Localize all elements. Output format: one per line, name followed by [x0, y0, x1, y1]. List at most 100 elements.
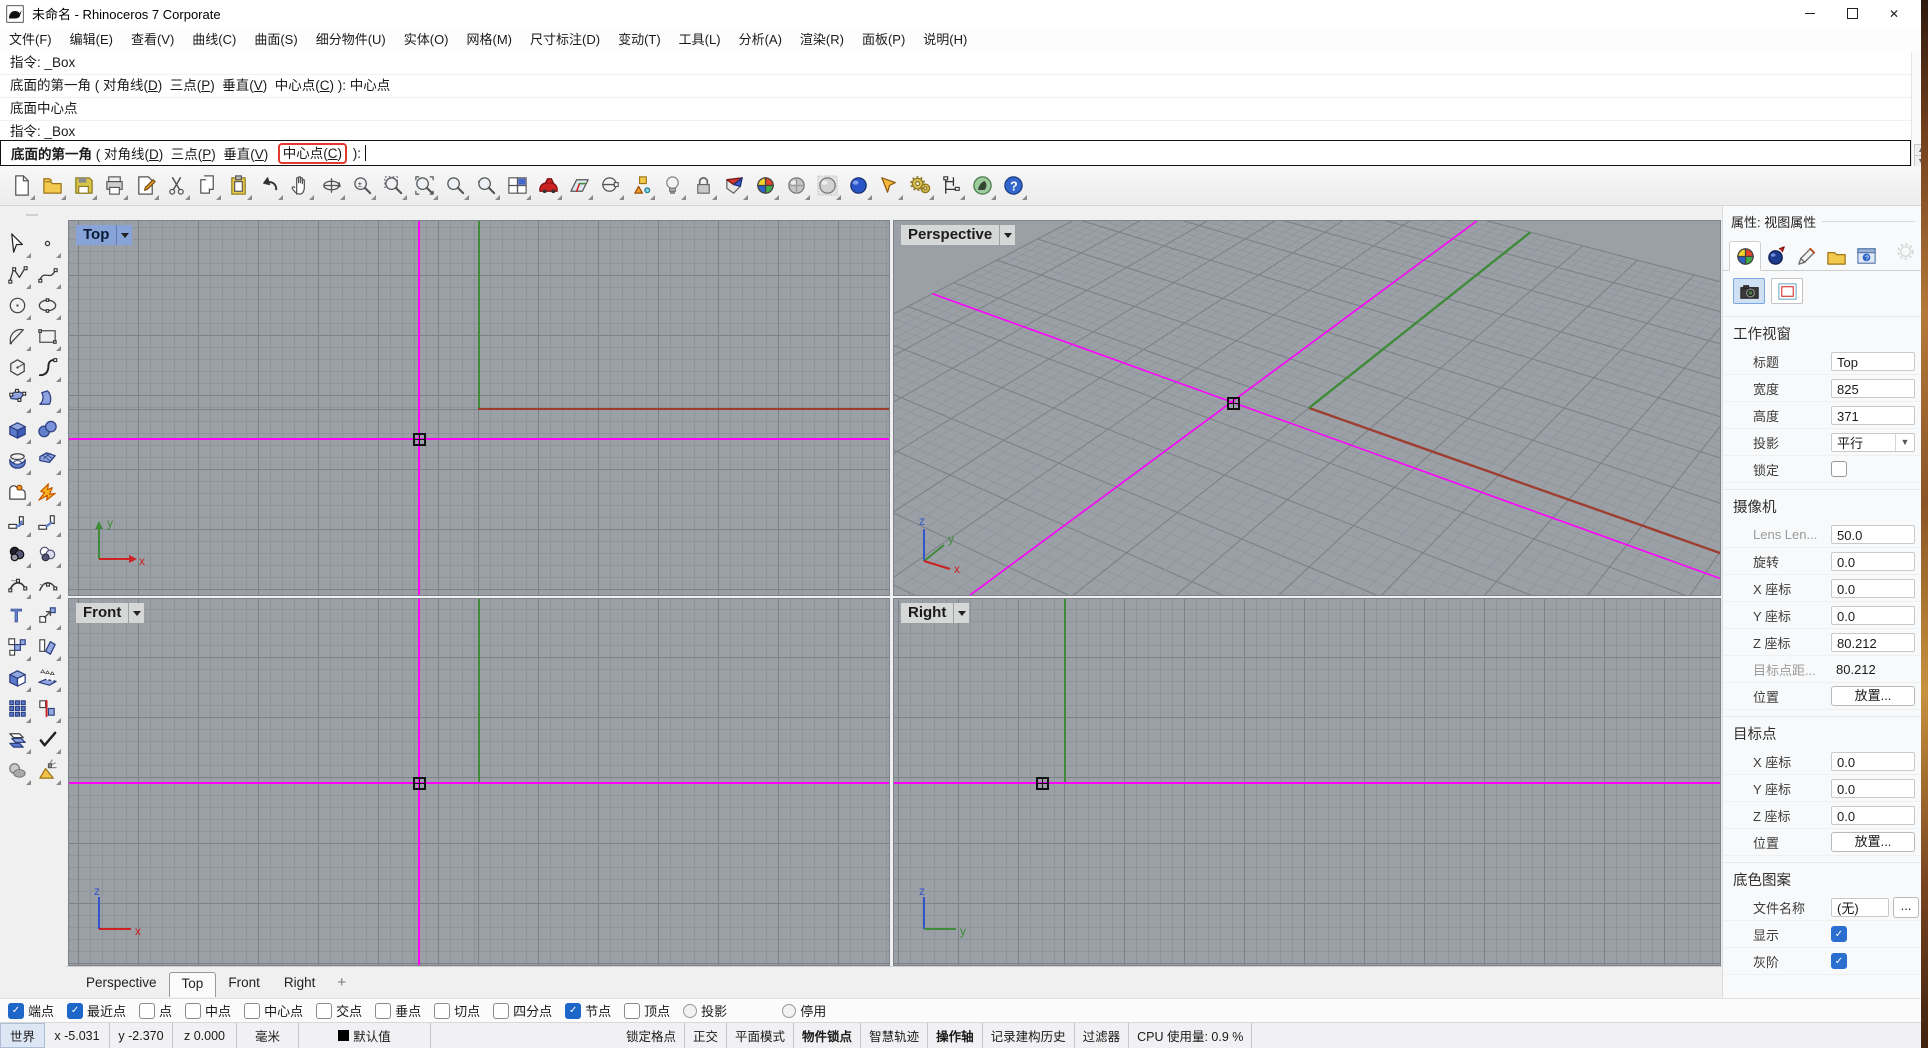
field-X 座标[interactable]: 0.0: [1831, 752, 1915, 771]
curve-boolean-light-icon[interactable]: [32, 538, 62, 569]
menu-item-14[interactable]: 面板(P): [853, 27, 914, 52]
menu-item-3[interactable]: 查看(V): [122, 27, 183, 52]
checkbox-四分点[interactable]: [493, 1003, 509, 1019]
menu-item-5[interactable]: 曲面(S): [245, 27, 306, 52]
status-toggle-物件锁点[interactable]: 物件锁点: [794, 1023, 861, 1048]
checkbox-顶点[interactable]: [624, 1003, 640, 1019]
display-mode-icon[interactable]: [719, 171, 749, 201]
render-icon[interactable]: [967, 171, 997, 201]
status-cplane[interactable]: 世界: [0, 1023, 45, 1048]
field-Y 座标[interactable]: 0.0: [1831, 606, 1915, 625]
explode-icon[interactable]: [32, 476, 62, 507]
save-file-icon[interactable]: [68, 171, 98, 201]
menu-item-7[interactable]: 实体(O): [395, 27, 458, 52]
field-宽度[interactable]: 825: [1831, 379, 1915, 398]
osnap-投影[interactable]: 投影: [683, 1001, 727, 1020]
print-icon[interactable]: [99, 171, 129, 201]
menu-item-10[interactable]: 变动(T): [609, 27, 670, 52]
field-旋转[interactable]: 0.0: [1831, 552, 1915, 571]
field-文件名称[interactable]: (无): [1831, 898, 1889, 917]
annotate-icon[interactable]: [130, 171, 160, 201]
frame-button[interactable]: [1771, 278, 1803, 304]
layers-icon[interactable]: [2, 724, 32, 755]
command-history[interactable]: 指令: _Box底面的第一角 ( 对角线(D) 三点(P) 垂直(V) 中心点(…: [0, 52, 1912, 140]
checkbox-切点[interactable]: [434, 1003, 450, 1019]
torus-icon[interactable]: [2, 445, 32, 476]
set-view-icon[interactable]: [595, 171, 625, 201]
status-toggle-CPU 使用量: 0.9 %[interactable]: CPU 使用量: 0.9 %: [1129, 1023, 1252, 1048]
cut-icon[interactable]: [161, 171, 191, 201]
zoom-dynamic-icon[interactable]: ±: [347, 171, 377, 201]
lamp-icon[interactable]: [657, 171, 687, 201]
checkbox-最近点[interactable]: ✓: [67, 1003, 83, 1019]
osnap-停用[interactable]: 停用: [782, 1001, 826, 1020]
scale-icon[interactable]: [32, 600, 62, 631]
panel-tab-help-window[interactable]: ?: [1851, 242, 1881, 270]
field-投影[interactable]: 平行▼: [1831, 433, 1915, 452]
osnap-中心点[interactable]: 中心点: [244, 1001, 303, 1020]
named-view-icon[interactable]: [533, 171, 563, 201]
viewport-layout-icon[interactable]: [502, 171, 532, 201]
rectangle-icon[interactable]: [32, 321, 62, 352]
menu-item-1[interactable]: 文件(F): [0, 27, 61, 52]
render-spray-icon[interactable]: [32, 755, 62, 786]
viewport-right[interactable]: Right z y: [893, 598, 1721, 966]
patch-icon[interactable]: [32, 445, 62, 476]
viewport-menu-icon[interactable]: [116, 225, 132, 245]
curve-boolean-dark-icon[interactable]: [2, 538, 32, 569]
viewport-perspective[interactable]: Perspective z y x: [893, 220, 1721, 596]
point-icon[interactable]: [32, 228, 62, 259]
polygon-icon[interactable]: [2, 352, 32, 383]
rebuild-curve-icon[interactable]: [32, 569, 62, 600]
field-Y 座标[interactable]: 0.0: [1831, 779, 1915, 798]
menu-item-13[interactable]: 渲染(R): [791, 27, 853, 52]
menu-item-12[interactable]: 分析(A): [730, 27, 791, 52]
zoom-extents-icon[interactable]: [409, 171, 439, 201]
checkbox-交点[interactable]: [316, 1003, 332, 1019]
array-linear-icon[interactable]: [32, 693, 62, 724]
minimize-button[interactable]: [1789, 0, 1831, 27]
color-wheel-icon[interactable]: [750, 171, 780, 201]
status-toggle-记录建构历史[interactable]: 记录建构历史: [983, 1023, 1075, 1048]
field-标题[interactable]: Top: [1831, 352, 1915, 371]
circle-icon[interactable]: [2, 290, 32, 321]
radio-投影[interactable]: [683, 1004, 697, 1018]
menu-item-9[interactable]: 尺寸标注(D): [521, 27, 609, 52]
solid-box-icon[interactable]: [2, 662, 32, 693]
ghosted-view-icon[interactable]: [812, 171, 842, 201]
viewport-label-front[interactable]: Front: [76, 603, 144, 623]
panel-tab-material[interactable]: [1761, 242, 1791, 270]
copy-icon[interactable]: [192, 171, 222, 201]
viewport-top[interactable]: Top y x: [68, 220, 890, 596]
status-toggle-操作轴[interactable]: 操作轴: [928, 1023, 983, 1048]
extrude-icon[interactable]: [32, 662, 62, 693]
osnap-端点[interactable]: ✓端点: [8, 1001, 54, 1020]
panel-tab-properties[interactable]: [1729, 241, 1761, 271]
new-viewport-tab-icon[interactable]: +: [337, 974, 346, 991]
chamfer-icon[interactable]: [32, 507, 62, 538]
checkbox-显示[interactable]: ✓: [1831, 926, 1847, 942]
settings-gear-icon[interactable]: [1894, 240, 1917, 266]
boolean-union-icon[interactable]: [2, 476, 32, 507]
fillet-icon[interactable]: [2, 507, 32, 538]
lock-icon[interactable]: [688, 171, 718, 201]
box-icon[interactable]: [2, 414, 32, 445]
rotate-view-icon[interactable]: [316, 171, 346, 201]
group-icon[interactable]: [2, 755, 32, 786]
viewport-label-perspective[interactable]: Perspective: [901, 225, 1015, 245]
browse-button[interactable]: ...: [1893, 897, 1919, 918]
menu-item-6[interactable]: 细分物件(U): [307, 27, 395, 52]
paste-icon[interactable]: [223, 171, 253, 201]
section-icon[interactable]: [32, 631, 62, 662]
ellipse-icon[interactable]: [32, 290, 62, 321]
array-rect-icon[interactable]: [2, 693, 32, 724]
checkbox-锁定[interactable]: [1831, 461, 1847, 477]
loft-icon[interactable]: [32, 383, 62, 414]
viewport-menu-icon[interactable]: [128, 603, 144, 623]
text-icon[interactable]: T: [2, 600, 32, 631]
select-icon[interactable]: [2, 228, 32, 259]
field-Z 座标[interactable]: 0.0: [1831, 806, 1915, 825]
osnap-切点[interactable]: 切点: [434, 1001, 480, 1020]
field-高度[interactable]: 371: [1831, 406, 1915, 425]
camera-button[interactable]: [1733, 278, 1765, 304]
